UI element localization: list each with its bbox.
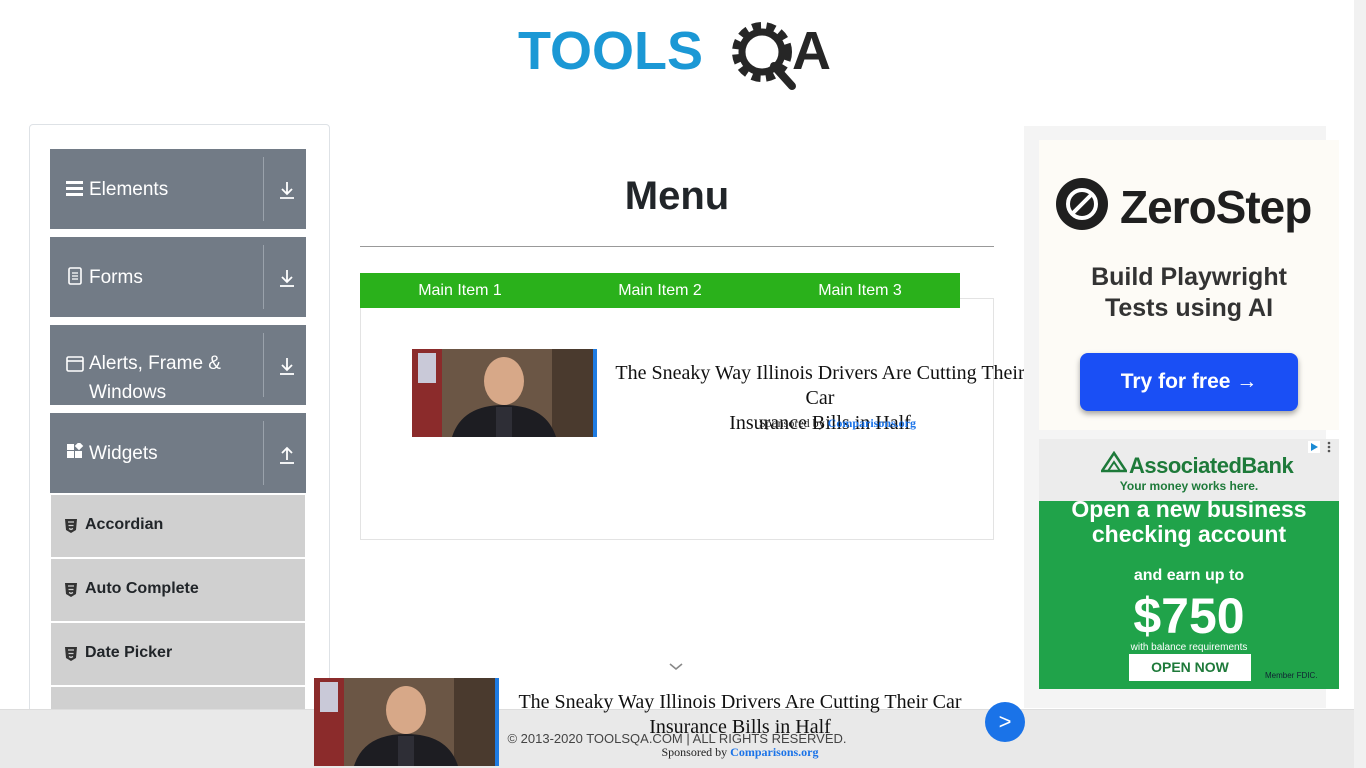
group-label: Forms <box>89 267 143 288</box>
sponsored-prefix: Sponsored by <box>759 416 825 430</box>
member-fdic-text: Member FDIC. <box>1265 671 1318 680</box>
sponsor-link[interactable]: Comparisons.org <box>730 745 818 759</box>
menu-nav-bar: Main Item 1 Main Item 2 Main Item 3 <box>360 273 960 308</box>
header: TOOLS A <box>0 0 1354 108</box>
ab-headline-line2: checking account <box>1091 521 1287 547</box>
group-forms[interactable]: Forms <box>50 237 306 317</box>
adchoices-icon[interactable] <box>1308 441 1320 453</box>
menu-main-item-1[interactable]: Main Item 1 <box>360 273 560 308</box>
associated-bank-amount: $750 <box>1133 588 1245 644</box>
widgets-icon <box>67 443 84 458</box>
divider <box>263 421 264 485</box>
associated-bank-slogan: Your money works here. <box>1119 479 1259 493</box>
zerostep-brand: ZeroStep <box>1120 181 1312 233</box>
download-icon <box>280 270 294 287</box>
associated-bank-headline: Open a new business checking account <box>1039 497 1339 547</box>
group-widgets[interactable]: Widgets <box>50 413 306 493</box>
group-label: Alerts, Frame & Windows <box>89 349 259 407</box>
zerostep-tagline-line2: Tests using AI <box>1104 294 1274 322</box>
html5-icon <box>65 647 77 661</box>
logo-tools-text: TOOLS <box>518 21 703 81</box>
sticky-ad-photo-image <box>314 678 495 766</box>
menu-item-label: Auto Complete <box>85 580 199 597</box>
chevron-down-icon[interactable] <box>668 660 684 672</box>
toolsqa-logo[interactable]: TOOLS A <box>516 14 842 92</box>
sponsored-prefix: Sponsored by <box>661 745 728 759</box>
associated-bank-earn: and earn up to <box>1133 567 1245 584</box>
try-for-free-button[interactable]: Try for free → <box>1080 353 1298 411</box>
ab-headline-line1: Open a new business <box>1071 496 1307 522</box>
window-icon <box>66 356 84 372</box>
left-panel: Elements Forms Alerts, Frame & Windows W… <box>29 124 330 768</box>
zerostep-tagline-line1: Build Playwright <box>1091 263 1287 291</box>
divider <box>263 157 264 221</box>
sticky-ad-headline-line1: The Sneaky Way Illinois Drivers Are Cutt… <box>518 691 962 713</box>
document-icon <box>68 267 82 285</box>
menu-main-item-2[interactable]: Main Item 2 <box>560 273 760 308</box>
sticky-ad-sponsored-by: Sponsored by Comparisons.org <box>510 745 970 760</box>
download-icon <box>280 358 294 375</box>
html5-icon <box>65 519 77 533</box>
menu-item-date-picker[interactable]: Date Picker <box>51 623 305 685</box>
title-divider <box>360 246 994 247</box>
ad-photo-accent <box>593 349 597 437</box>
group-elements[interactable]: Elements <box>50 149 306 229</box>
ad-photo <box>412 349 597 437</box>
group-alerts-frame-windows[interactable]: Alerts, Frame & Windows <box>50 325 306 405</box>
associated-bank-name: AssociatedBank <box>1129 453 1294 478</box>
open-now-button[interactable]: OPEN NOW <box>1129 654 1251 681</box>
menu-item-accordian[interactable]: Accordian <box>51 495 305 557</box>
ad-photo-image <box>412 349 593 437</box>
vertical-scrollbar[interactable] <box>1354 0 1366 768</box>
associated-bank-requirement: with balance requirements <box>1130 642 1248 653</box>
associated-bank-logo-icon <box>1101 451 1127 473</box>
sticky-ad-headline[interactable]: The Sneaky Way Illinois Drivers Are Cutt… <box>510 690 970 740</box>
sponsor-link[interactable]: Comparisons.org <box>828 416 916 430</box>
ad-sponsored-by: Sponsored by Comparisons.org <box>608 416 1068 431</box>
ad-headline-line1: The Sneaky Way Illinois Drivers Are Cutt… <box>615 362 1025 409</box>
menu-main-item-3[interactable]: Main Item 3 <box>760 273 960 308</box>
group-label: Elements <box>89 179 169 200</box>
menu-item-label: Accordian <box>85 516 164 533</box>
divider <box>263 333 264 397</box>
menu-item-label: Date Picker <box>85 644 173 661</box>
menu-item-auto-complete[interactable]: Auto Complete <box>51 559 305 621</box>
associated-bank-ad[interactable]: AssociatedBank Your money works here. Op… <box>1039 439 1339 689</box>
html5-icon <box>65 583 77 597</box>
more-options-icon[interactable] <box>1324 441 1334 453</box>
group-label-line2: Windows <box>89 382 167 403</box>
group-label-line1: Alerts, Frame & <box>89 353 221 374</box>
logo-a-text: A <box>792 21 831 81</box>
sticky-ad-photo[interactable] <box>314 678 499 766</box>
inline-sponsored-ad[interactable]: The Sneaky Way Illinois Drivers Are Cutt… <box>412 349 1032 439</box>
next-ad-button[interactable]: > <box>985 702 1025 742</box>
divider <box>263 245 264 309</box>
sticky-ad-photo-accent <box>495 678 499 766</box>
group-label: Widgets <box>89 443 158 464</box>
page-title: Menu <box>624 174 730 218</box>
hamburger-icon <box>66 181 83 196</box>
download-icon <box>280 182 294 199</box>
gear-icon <box>732 22 796 90</box>
zerostep-tagline: Build Playwright Tests using AI <box>1039 262 1339 324</box>
upload-icon <box>280 446 294 464</box>
zerostep-logo-icon <box>1056 178 1108 230</box>
sticky-ad-headline-line2: Insurance Bills in Half <box>649 716 831 738</box>
